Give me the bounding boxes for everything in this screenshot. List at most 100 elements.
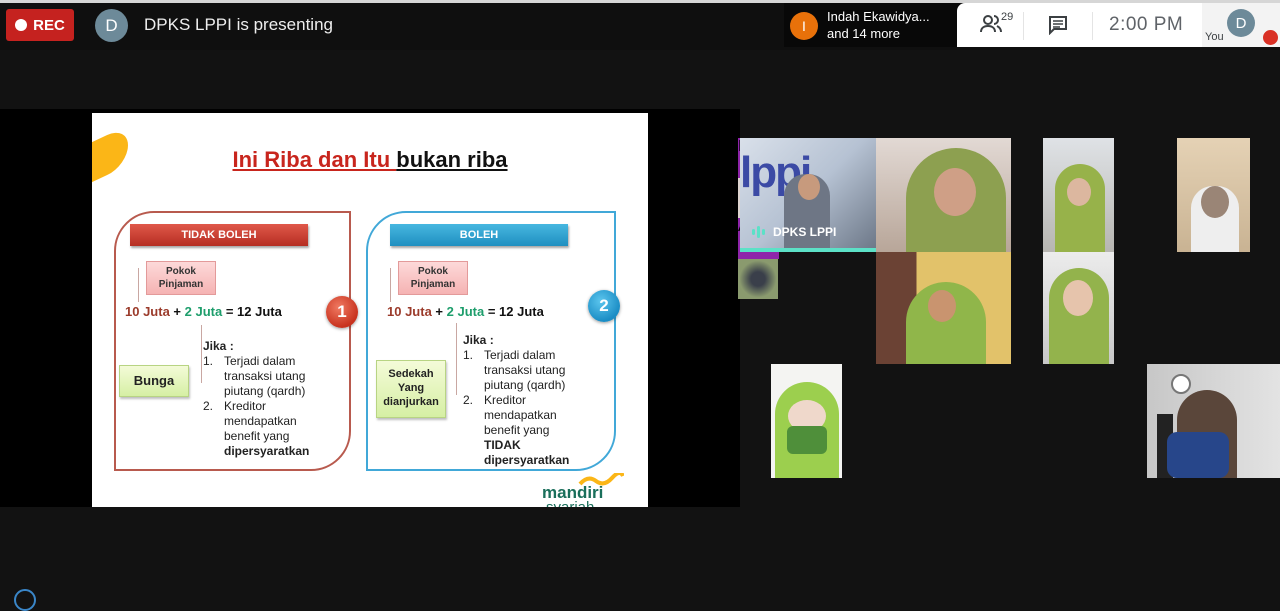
active-speaker-indicator: [740, 248, 876, 252]
panel-boleh: BOLEH Pokok Pinjaman 10 Juta + 2 Juta = …: [366, 211, 616, 471]
eq-principal: 10 Juta: [387, 304, 432, 319]
presenter-avatar: D: [95, 9, 128, 42]
participant-tile[interactable]: [1147, 364, 1280, 478]
item-line: Terjadi dalam: [484, 348, 556, 362]
pokok-label: Pokok: [417, 266, 448, 277]
meeting-top-bar: REC D DPKS LPPI is presenting I Indah Ek…: [0, 0, 1280, 50]
pinjaman-label: Pinjaman: [410, 279, 456, 290]
item-line: piutang (qardh): [224, 384, 306, 398]
bottom-indicator: [14, 589, 36, 611]
item-bold-line: dipersyaratkan: [484, 453, 570, 467]
face: [1201, 186, 1229, 218]
number-badge-2: 2: [588, 290, 620, 322]
audio-wave-icon: [752, 226, 765, 238]
face: [934, 168, 976, 216]
bunga-box: Bunga: [119, 365, 189, 397]
item-line: Kreditor: [484, 393, 527, 407]
face: [1063, 280, 1093, 316]
participant-tile[interactable]: [1043, 138, 1114, 252]
title-red-part: Ini Riba dan Itu: [232, 147, 397, 172]
title-black-part: bukan riba: [396, 147, 508, 172]
you-label: You: [1205, 31, 1224, 43]
item-number: 1.: [203, 354, 214, 368]
item-line: Kreditor: [224, 399, 267, 413]
participant-name: Indah Ekawidya...: [827, 9, 930, 24]
meeting-controls: 29 2:00 PM You D: [957, 3, 1280, 47]
mic-off-icon: [1263, 30, 1278, 45]
chat-icon: [1049, 16, 1067, 36]
eq-extra: 2 Juta: [184, 304, 223, 319]
green-line: Sedekah: [388, 368, 434, 380]
eq-plus: +: [169, 304, 185, 319]
participants-grid: lppi DPKS LPPI F A: [738, 138, 1280, 478]
slide-title: Ini Riba dan Itu bukan riba: [92, 147, 648, 173]
face: [798, 174, 820, 200]
sedekah-box: Sedekah Yang dianjurkan: [376, 360, 446, 418]
face-mask: [1167, 432, 1229, 478]
item-line: transaksi utang: [224, 369, 306, 383]
recording-label: REC: [33, 16, 65, 34]
panel-tidak-boleh: TIDAK BOLEH Pokok Pinjaman 10 Juta + 2 J…: [114, 211, 351, 471]
participant-more: and 14 more: [827, 26, 900, 41]
eq-total: = 12 Juta: [222, 304, 282, 319]
chat-button[interactable]: [1048, 15, 1068, 36]
item-bold-line: dipersyaratkan: [224, 444, 310, 458]
participant-tile-speaker[interactable]: lppi DPKS LPPI: [740, 138, 876, 252]
logo-sub: syariah: [546, 499, 594, 507]
equation: 10 Juta + 2 Juta = 12 Juta: [125, 304, 282, 319]
eq-principal: 10 Juta: [125, 304, 170, 319]
connector-line: [456, 323, 457, 395]
eq-total: = 12 Juta: [484, 304, 544, 319]
conditions-list: Jika : 1. Terjadi dalam transaksi utang …: [203, 339, 343, 459]
presentation-slide: Ini Riba dan Itu bukan riba TIDAK BOLEH …: [92, 113, 648, 507]
face: [928, 290, 956, 322]
participant-tile[interactable]: [876, 252, 1011, 364]
item-line: transaksi utang: [484, 363, 566, 377]
pokok-pinjaman-box: Pokok Pinjaman: [398, 261, 468, 295]
item-bold-line: TIDAK: [484, 438, 521, 452]
conditions-list: Jika : 1. Terjadi dalam transaksi utang …: [463, 333, 613, 468]
participants-count: 29: [1001, 11, 1014, 23]
connector-line: [138, 268, 139, 302]
item-line: Terjadi dalam: [224, 354, 296, 368]
condition-item: 1. Terjadi dalam transaksi utang piutang…: [203, 354, 343, 399]
number-badge-1: 1: [326, 296, 358, 328]
meeting-clock: 2:00 PM: [1109, 14, 1184, 35]
panel-header: BOLEH: [390, 224, 568, 246]
participant-tile[interactable]: [1177, 138, 1250, 252]
face: [1067, 178, 1091, 206]
self-avatar[interactable]: D: [1227, 9, 1255, 37]
record-dot-icon: [15, 19, 28, 31]
participant-tile[interactable]: [771, 364, 842, 478]
condition-item: 2. Kreditor mendapatkan benefit yang dip…: [203, 399, 343, 459]
people-icon: [980, 15, 1002, 33]
active-participants-chip[interactable]: I Indah Ekawidya... and 14 more: [784, 3, 960, 47]
item-line: mendapatkan: [484, 408, 557, 422]
participant-tile[interactable]: [876, 138, 1011, 252]
green-line: dianjurkan: [383, 396, 439, 408]
recording-badge: REC: [6, 9, 74, 41]
speaker-name-tag: DPKS LPPI: [752, 225, 836, 239]
item-line: benefit yang: [484, 423, 550, 437]
divider: [1092, 12, 1093, 40]
wall-clock: [1171, 374, 1191, 394]
item-line: benefit yang: [224, 429, 290, 443]
connector-line: [201, 325, 202, 383]
divider: [1023, 12, 1024, 40]
item-number: 2.: [463, 393, 474, 407]
participants-button[interactable]: 29: [979, 11, 1014, 37]
item-line: mendapatkan: [224, 414, 297, 428]
jika-label: Jika :: [203, 339, 234, 353]
pokok-pinjaman-box: Pokok Pinjaman: [146, 261, 216, 295]
participant-tile[interactable]: [1043, 252, 1114, 364]
item-number: 2.: [203, 399, 214, 413]
item-number: 1.: [463, 348, 474, 362]
participant-avatar: I: [790, 12, 818, 40]
condition-item: 1. Terjadi dalam transaksi utang piutang…: [463, 348, 613, 393]
equation: 10 Juta + 2 Juta = 12 Juta: [387, 304, 544, 319]
participant-photo-avatar[interactable]: [738, 259, 778, 299]
eq-extra: 2 Juta: [446, 304, 485, 319]
mandiri-syariah-logo: mandiri syariah: [542, 473, 632, 507]
eq-plus: +: [431, 304, 447, 319]
face-mask: [787, 426, 827, 454]
